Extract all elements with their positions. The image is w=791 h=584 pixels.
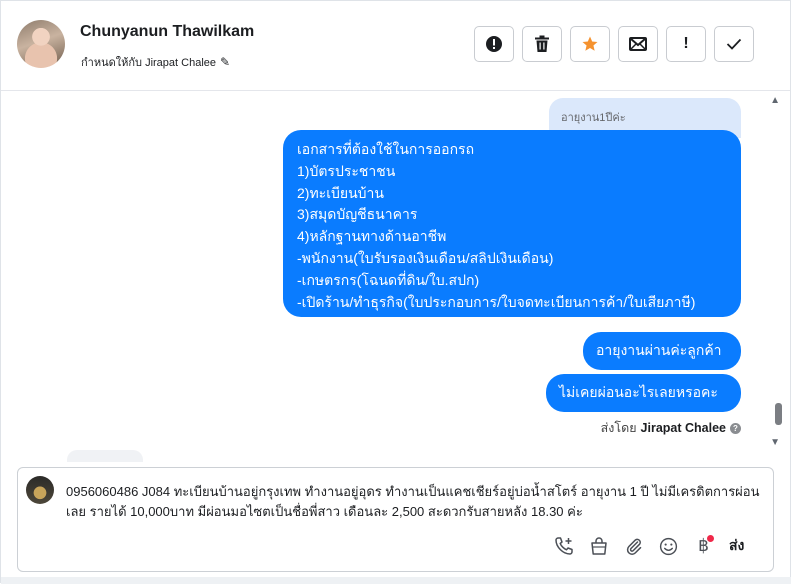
sent-by-name: Jirapat Chalee	[640, 421, 726, 435]
conversation-header: Chunyanun Thawilkam กำหนดให้กับ Jirapat …	[1, 1, 790, 91]
star-icon	[582, 36, 598, 51]
mark-done-button[interactable]	[714, 26, 754, 62]
assignee-label: กำหนดให้กับ Jirapat Chalee	[81, 57, 217, 69]
sent-by-row: ส่งโดย Jirapat Chalee ?	[601, 418, 741, 438]
contact-avatar[interactable]	[17, 20, 65, 68]
scrollbar-thumb[interactable]	[775, 403, 782, 425]
mail-icon	[629, 37, 647, 51]
help-icon[interactable]: ?	[730, 422, 741, 434]
composer-toolbar: ฿ ส่ง	[546, 534, 744, 558]
message-line: 4)หลักฐานทางด้านอาชีพ	[297, 228, 447, 245]
scroll-down-icon[interactable]: ▼	[770, 437, 780, 448]
sent-by-label: ส่งโดย	[600, 421, 637, 435]
message-line: -เปิดร้าน/ทำธุรกิจ(ใบประกอบการ/ใบจดทะเบี…	[297, 293, 696, 310]
message-bubble-documents[interactable]: เอกสารที่ต้องใช้ในการออกรถ 1)บัตรประชาชน…	[283, 130, 741, 317]
message-bubble-never-paid[interactable]: ไม่เคยผ่อนอะไรเลยหรอคะ	[546, 374, 741, 412]
send-button[interactable]: ส่ง	[729, 535, 744, 557]
notification-dot	[707, 535, 714, 542]
assignee-row[interactable]: กำหนดให้กับ Jirapat Chalee ✎	[81, 53, 230, 71]
contact-name[interactable]: Chunyanun Thawilkam	[80, 23, 254, 41]
emoji-button[interactable]	[651, 534, 686, 558]
paperclip-icon	[626, 538, 641, 555]
alert-circle-icon	[486, 36, 502, 52]
message-line: -เกษตรกร(โฉนดที่ดิน/ใบ.สปก)	[297, 271, 480, 288]
mail-button[interactable]	[618, 26, 658, 62]
pencil-icon[interactable]: ✎	[220, 56, 230, 68]
composer-input[interactable]: 0956060486 J084 ทะเบียนบ้านอยู่กรุงเทพ ท…	[66, 482, 762, 522]
add-call-button[interactable]	[546, 534, 581, 558]
exclamation-icon: !	[683, 35, 689, 52]
message-line: 1)บัตรประชาชน	[297, 162, 396, 179]
smiley-icon	[659, 537, 678, 555]
incoming-message-peek	[67, 450, 143, 462]
conversation-window: Chunyanun Thawilkam กำหนดให้กับ Jirapat …	[0, 0, 791, 584]
mark-spam-button[interactable]	[474, 26, 514, 62]
shopping-bag-icon	[590, 537, 607, 555]
checkmark-icon	[726, 38, 742, 50]
customer-avatar	[26, 476, 54, 504]
scroll-up-icon[interactable]: ▲	[770, 95, 780, 106]
star-button[interactable]	[570, 26, 610, 62]
phone-plus-icon	[554, 537, 573, 555]
attach-button[interactable]	[616, 534, 651, 558]
message-thread[interactable]: ▲ ▼ อายุงาน1ปีค่ะ เอกสารที่ต้องใช้ในการอ…	[1, 92, 790, 462]
delete-button[interactable]	[522, 26, 562, 62]
message-line: 3)สมุดบัญชีธนาคาร	[297, 206, 418, 223]
message-line: -พนักงาน(ใบรับรองเงินเดือน/สลิปเงินเดือน…	[297, 249, 554, 266]
payment-button[interactable]: ฿	[686, 534, 721, 558]
mark-important-button[interactable]: !	[666, 26, 706, 62]
trash-icon	[535, 35, 549, 52]
message-bubble-work-age[interactable]: อายุงานผ่านค่ะลูกค้า	[583, 332, 741, 370]
message-line: 2)ทะเบียนบ้าน	[297, 184, 384, 201]
message-composer[interactable]: 0956060486 J084 ทะเบียนบ้านอยู่กรุงเทพ ท…	[17, 467, 774, 572]
products-button[interactable]	[581, 534, 616, 558]
message-line: เอกสารที่ต้องใช้ในการออกรถ	[297, 141, 475, 157]
